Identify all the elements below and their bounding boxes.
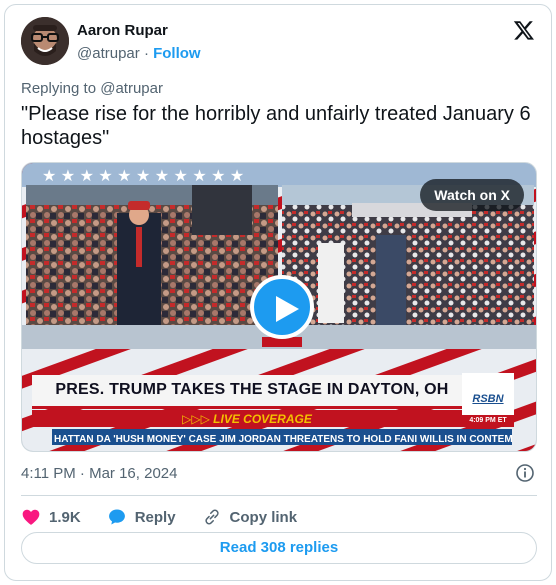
network-time: 4:09 PM ET <box>462 415 514 427</box>
play-button[interactable] <box>250 275 314 339</box>
copy-link-button[interactable]: Copy link <box>202 507 298 527</box>
action-bar: 1.9K Reply Copy link <box>21 503 323 531</box>
ticker-text: HATTAN DA 'HUSH MONEY' CASE JIM JORDAN T… <box>54 434 512 445</box>
network-logo-box: RSBN 4:09 PM ET <box>462 373 514 427</box>
handle-separator: · <box>143 45 149 62</box>
network-logo: RSBN <box>472 393 504 405</box>
reply-label: Reply <box>134 508 176 526</box>
author-handle[interactable]: @atrupar <box>77 45 140 62</box>
copy-link-label: Copy link <box>229 508 298 526</box>
svg-text:★ ★ ★ ★ ★ ★ ★ ★: ★ ★ ★ ★ ★ ★ ★ ★ ★ ★ ★ <box>42 168 244 185</box>
replying-to: Replying to @atrupar <box>21 80 163 97</box>
x-logo-icon[interactable] <box>513 19 535 41</box>
reply-bubble-icon <box>108 509 125 525</box>
video-player[interactable]: ★ ★ ★ ★ ★ ★ ★ ★ ★ ★ ★ Watch on X PRES. T… <box>21 162 537 452</box>
avatar[interactable] <box>21 17 69 65</box>
live-coverage-bar: ▷▷▷ LIVE COVERAGE <box>32 410 462 427</box>
like-count: 1.9K <box>49 508 81 526</box>
link-icon <box>204 509 219 525</box>
watch-on-x-button[interactable]: Watch on X <box>420 179 524 211</box>
divider <box>21 495 537 496</box>
info-icon[interactable] <box>515 463 535 483</box>
heart-icon <box>22 509 40 525</box>
like-button[interactable]: 1.9K <box>21 507 81 527</box>
broadcast-headline: PRES. TRUMP TAKES THE STAGE IN DAYTON, O… <box>55 381 449 398</box>
news-ticker: HATTAN DA 'HUSH MONEY' CASE JIM JORDAN T… <box>52 429 512 445</box>
reply-button[interactable]: Reply <box>107 507 176 527</box>
author-name[interactable]: Aaron Rupar <box>77 22 168 39</box>
read-replies-button[interactable]: Read 308 replies <box>21 532 537 564</box>
follow-button[interactable]: Follow <box>153 45 201 62</box>
author-handle-line: @atrupar · Follow <box>77 45 201 62</box>
live-coverage-label: ▷▷▷ LIVE COVERAGE <box>182 412 312 426</box>
play-icon <box>276 296 299 322</box>
timestamp[interactable]: 4:11 PM · Mar 16, 2024 <box>21 465 177 482</box>
tweet-text: "Please rise for the horribly and unfair… <box>21 103 531 149</box>
tweet-card: Aaron Rupar @atrupar · Follow Replying t… <box>4 4 552 581</box>
lower-third: PRES. TRUMP TAKES THE STAGE IN DAYTON, O… <box>32 375 462 409</box>
